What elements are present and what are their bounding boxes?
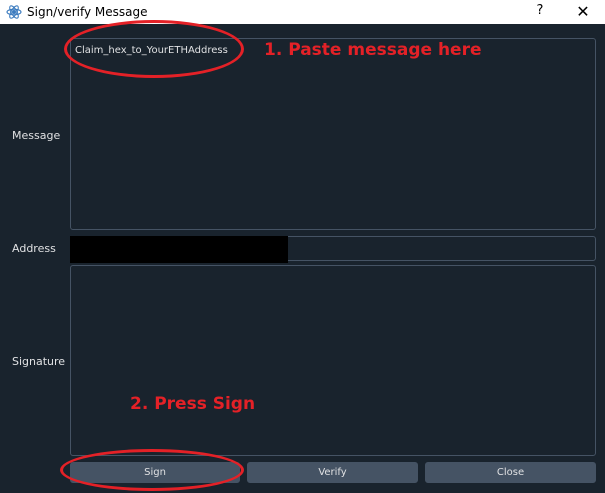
window-close-button[interactable]: ✕ — [573, 2, 593, 21]
message-textarea[interactable]: Claim_hex_to_YourETHAddress — [70, 38, 596, 230]
signature-textarea[interactable] — [70, 265, 596, 456]
dialog-content: Message Claim_hex_to_YourETHAddress Addr… — [0, 24, 605, 493]
redacted-address — [70, 236, 288, 263]
verify-button[interactable]: Verify — [247, 462, 418, 483]
message-text: Claim_hex_to_YourETHAddress — [75, 45, 228, 56]
sign-button[interactable]: Sign — [70, 462, 240, 483]
step1-annotation: 1. Paste message here — [264, 40, 482, 60]
address-label: Address — [12, 242, 56, 255]
app-logo-icon — [6, 5, 22, 19]
signature-label: Signature — [12, 355, 66, 368]
message-label: Message — [12, 129, 61, 142]
step2-annotation: 2. Press Sign — [130, 394, 256, 414]
help-button[interactable]: ? — [533, 3, 547, 18]
close-button[interactable]: Close — [425, 462, 596, 483]
window-title: Sign/verify Message — [27, 5, 148, 19]
address-input[interactable] — [70, 236, 596, 263]
title-bar: Sign/verify Message ? ✕ — [0, 0, 605, 24]
